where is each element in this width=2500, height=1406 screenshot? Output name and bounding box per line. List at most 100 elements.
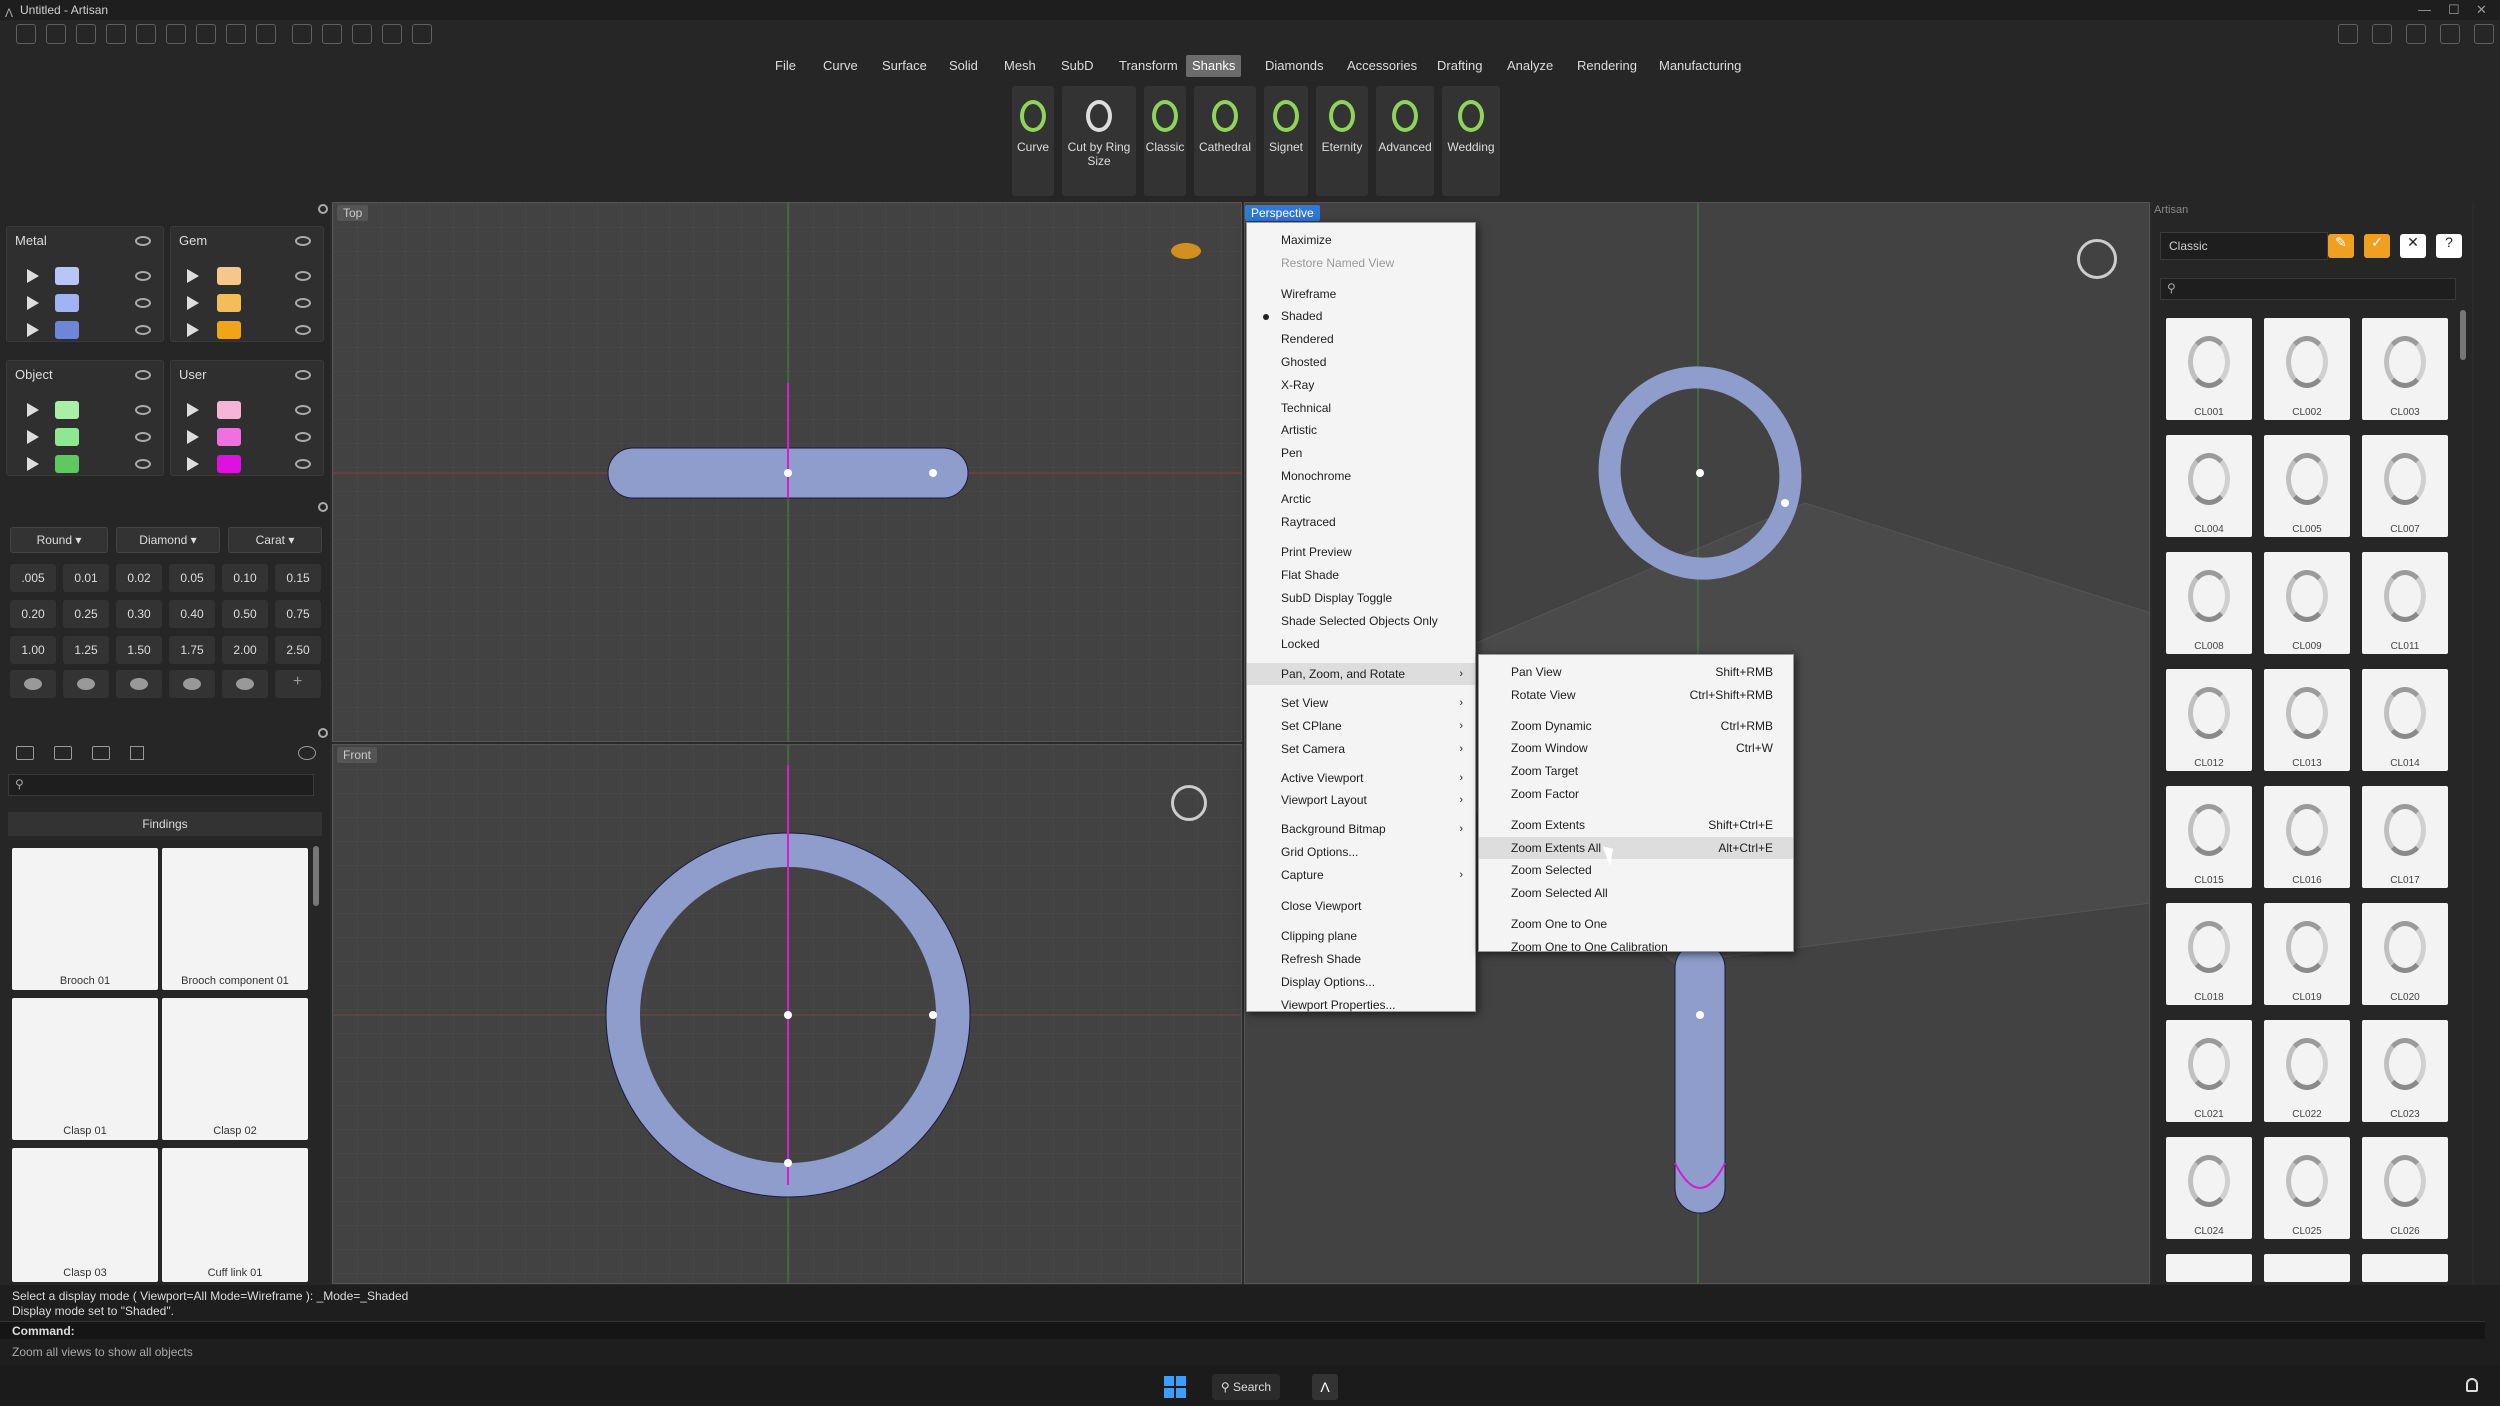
library-item[interactable]: CL013 xyxy=(2264,669,2350,771)
gem-panel-settings-icon[interactable] xyxy=(318,502,328,512)
menu-solid[interactable]: Solid xyxy=(943,55,984,77)
submenu-item[interactable]: Zoom Window Ctrl+W xyxy=(1479,737,1793,759)
object-color-swatch-1[interactable] xyxy=(55,401,79,419)
gem-size-button[interactable]: 1.00 xyxy=(10,636,56,664)
ring-size-gauge-icon[interactable] xyxy=(2077,239,2117,279)
help-icon[interactable]: ? xyxy=(2436,234,2462,258)
menu-subd[interactable]: SubD xyxy=(1055,55,1100,77)
play-icon[interactable] xyxy=(27,457,39,471)
artisan-app-icon[interactable]: Λ xyxy=(1312,1374,1338,1400)
library-item[interactable]: CL026 xyxy=(2362,1137,2448,1239)
menu-analyze[interactable]: Analyze xyxy=(1501,55,1559,77)
library-item[interactable]: CL019 xyxy=(2264,903,2350,1005)
library-item[interactable]: CL007 xyxy=(2362,435,2448,537)
finding-cuff-link-01[interactable]: Cuff link 01 xyxy=(162,1148,308,1282)
save-icon[interactable] xyxy=(196,24,216,44)
ribbon-advanced-button[interactable]: Advanced xyxy=(1376,86,1434,196)
submenu-item[interactable]: Zoom Target xyxy=(1479,760,1793,782)
play-icon[interactable] xyxy=(187,269,199,283)
context-menu-item[interactable]: Technical xyxy=(1247,397,1475,419)
undo-folder-icon[interactable] xyxy=(298,746,316,760)
gem-size-button[interactable]: 0.40 xyxy=(169,600,215,628)
ribbon-cathedral-button[interactable]: Cathedral xyxy=(1194,86,1256,196)
context-menu-item[interactable]: Pen xyxy=(1247,442,1475,464)
gem-preset-2[interactable] xyxy=(63,670,109,698)
metal-color-swatch-3[interactable] xyxy=(55,321,79,339)
eye-icon[interactable] xyxy=(295,271,311,281)
finding-brooch-01[interactable]: Brooch 01 xyxy=(12,848,158,990)
gumball-icon[interactable] xyxy=(412,24,432,44)
gem-add-button[interactable]: + xyxy=(275,670,321,698)
play-icon[interactable] xyxy=(187,457,199,471)
eye-icon[interactable] xyxy=(135,298,151,308)
minimize-icon[interactable]: — xyxy=(2418,0,2431,20)
gem-size-button[interactable]: 0.20 xyxy=(10,600,56,628)
play-icon[interactable] xyxy=(27,269,39,283)
gem-size-button[interactable]: 0.25 xyxy=(63,600,109,628)
open-icon[interactable] xyxy=(76,24,96,44)
export-icon[interactable] xyxy=(256,24,276,44)
play-icon[interactable] xyxy=(27,403,39,417)
library-item[interactable]: CL022 xyxy=(2264,1020,2350,1122)
notification-bell-icon[interactable] xyxy=(2466,1378,2478,1392)
play-icon[interactable] xyxy=(187,430,199,444)
eye-icon[interactable] xyxy=(135,459,151,469)
refresh-folder-icon[interactable] xyxy=(92,746,110,760)
context-menu-item[interactable]: Locked xyxy=(1247,633,1475,655)
account-icon[interactable] xyxy=(2474,24,2494,44)
ribbon-classic-button[interactable]: Classic xyxy=(1144,86,1186,196)
settings-icon[interactable] xyxy=(2338,24,2358,44)
findings-search-input[interactable]: ⚲ xyxy=(8,774,314,796)
gem-size-button[interactable]: 2.50 xyxy=(275,636,321,664)
submenu-item[interactable]: Pan View Shift+RMB xyxy=(1479,661,1793,683)
gem-preset-3[interactable] xyxy=(116,670,162,698)
ribbon-curve-button[interactable]: Curve xyxy=(1012,86,1054,196)
add-folder-icon[interactable] xyxy=(54,746,72,760)
gem-size-button[interactable]: 1.25 xyxy=(63,636,109,664)
menu-rendering[interactable]: Rendering xyxy=(1571,55,1643,77)
library-item[interactable]: CL017 xyxy=(2362,786,2448,888)
gem-color-swatch-2[interactable] xyxy=(217,294,241,312)
finding-clasp-02[interactable]: Clasp 02 xyxy=(162,998,308,1140)
eye-icon[interactable] xyxy=(295,236,311,246)
menu-surface[interactable]: Surface xyxy=(876,55,933,77)
maximize-icon[interactable]: ☐ xyxy=(2448,0,2460,20)
user-color-swatch-1[interactable] xyxy=(217,401,241,419)
play-icon[interactable] xyxy=(187,323,199,337)
context-menu-item[interactable]: SubD Display Toggle xyxy=(1247,587,1475,609)
eye-icon[interactable] xyxy=(135,271,151,281)
snap-icon[interactable] xyxy=(292,24,312,44)
gem-material-dropdown[interactable]: Diamond ▾ xyxy=(116,527,220,553)
gem-size-button[interactable]: 2.00 xyxy=(222,636,268,664)
eye-icon[interactable] xyxy=(295,459,311,469)
redo-icon[interactable] xyxy=(166,24,186,44)
edit-pencil-icon[interactable]: ✎ xyxy=(2328,234,2354,258)
library-item[interactable]: CL011 xyxy=(2362,552,2448,654)
finding-brooch-component-01[interactable]: Brooch component 01 xyxy=(162,848,308,990)
context-menu-item[interactable]: X-Ray xyxy=(1247,374,1475,396)
eye-icon[interactable] xyxy=(135,370,151,380)
viewport-light-icon[interactable] xyxy=(1171,243,1201,259)
folder-icon[interactable] xyxy=(16,746,34,760)
menu-drafting[interactable]: Drafting xyxy=(1431,55,1489,77)
submenu-item[interactable]: Zoom Selected xyxy=(1479,859,1793,881)
submenu-item[interactable]: Zoom Dynamic Ctrl+RMB xyxy=(1479,715,1793,737)
open-folder-icon[interactable] xyxy=(106,24,126,44)
gem-color-swatch-3[interactable] xyxy=(217,321,241,339)
findings-scrollbar[interactable] xyxy=(313,846,319,906)
close-icon[interactable]: ✕ xyxy=(2476,0,2487,20)
menu-manufacturing[interactable]: Manufacturing xyxy=(1653,55,1747,77)
play-icon[interactable] xyxy=(187,296,199,310)
submenu-item[interactable]: Rotate View Ctrl+Shift+RMB xyxy=(1479,684,1793,706)
grid-view-icon[interactable] xyxy=(130,746,144,760)
library-item[interactable]: CL024 xyxy=(2166,1137,2252,1239)
metal-color-swatch-1[interactable] xyxy=(55,267,79,285)
library-item[interactable]: CL001 xyxy=(2166,318,2252,420)
context-menu-item[interactable]: Refresh Shade xyxy=(1247,948,1475,970)
viewport-perspective-label[interactable]: Perspective xyxy=(1245,205,1320,221)
context-menu-item[interactable]: Ghosted xyxy=(1247,351,1475,373)
close-icon[interactable]: ✕ xyxy=(2400,234,2426,258)
context-menu-item[interactable]: Close Viewport xyxy=(1247,895,1475,917)
finding-clasp-01[interactable]: Clasp 01 xyxy=(12,998,158,1140)
gem-size-button[interactable]: 0.05 xyxy=(169,564,215,592)
